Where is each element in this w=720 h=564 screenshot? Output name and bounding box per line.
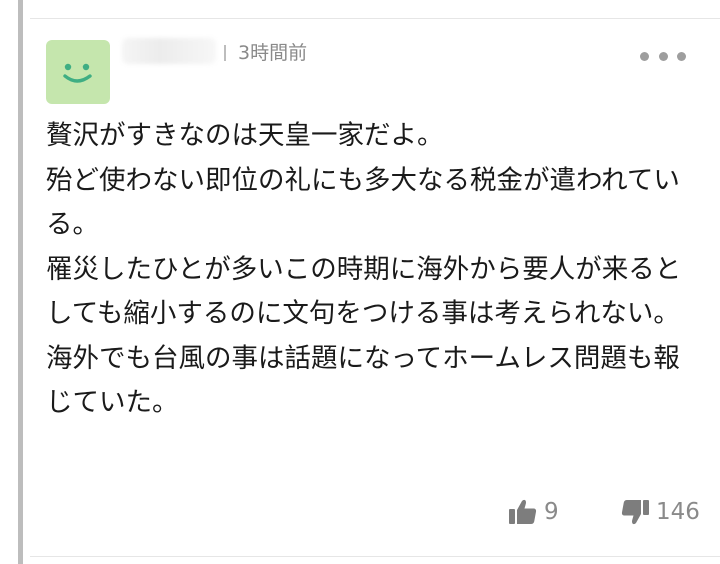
comment-body: 贅沢がすきなのは天皇一家だよ。 殆ど使わない即位の礼にも多大なる税金が遣われてい… — [46, 114, 696, 426]
timestamp: 3時間前 — [238, 42, 308, 64]
thumbs-up-icon — [509, 499, 537, 524]
avatar[interactable] — [46, 40, 110, 104]
dislike-count: 146 — [656, 499, 700, 525]
meta-separator — [224, 45, 226, 61]
bottom-divider — [30, 556, 720, 557]
smiley-face-icon — [63, 63, 92, 83]
comment-meta: 3時間前 — [224, 40, 307, 66]
left-accent-rule — [18, 0, 23, 564]
more-options-icon — [640, 51, 649, 61]
more-options-button[interactable] — [640, 46, 686, 66]
more-options-dot — [658, 51, 668, 61]
dislike-button[interactable]: 146 — [620, 496, 700, 528]
comment-paragraph: 贅沢がすきなのは天皇一家だよ。 — [46, 120, 444, 151]
comment-paragraph: 殆ど使わない即位の礼にも多大なる税金が遣われている。 — [46, 164, 680, 241]
username-redacted — [122, 38, 216, 64]
top-divider — [30, 18, 720, 19]
comment-paragraph: 罹災したひとが多いこの時期に海外から要人が来るとしても縮小するのに文句をつける事… — [46, 253, 682, 330]
more-options-dot — [677, 51, 686, 61]
comment-paragraph: 海外でも台風の事は話題になってホームレス問題も報じていた。 — [46, 342, 680, 419]
like-button[interactable]: 9 — [508, 496, 559, 528]
thumbs-down-icon — [621, 500, 649, 525]
like-count: 9 — [544, 499, 559, 525]
